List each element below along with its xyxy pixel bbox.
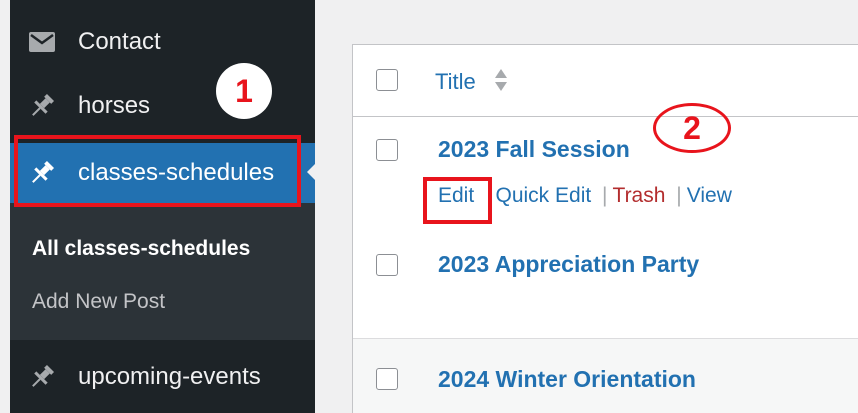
row-checkbox[interactable]	[376, 254, 398, 276]
view-link[interactable]: View	[687, 184, 732, 208]
sidebar-item-contact[interactable]: Contact	[10, 16, 315, 68]
sidebar-item-label: horses	[78, 92, 151, 119]
highlight-edit-link	[423, 177, 492, 224]
submenu-add-new-post[interactable]: Add New Post	[32, 290, 165, 314]
post-title-link[interactable]: 2024 Winter Orientation	[438, 366, 696, 393]
table-row: 2023 Appreciation Party	[353, 230, 858, 338]
column-title-header[interactable]: Title	[435, 69, 476, 95]
table-header: Title	[353, 45, 858, 117]
select-all-checkbox[interactable]	[376, 69, 398, 91]
posts-content: Title 2023 Fall Session Edit | Quick Edit…	[315, 0, 858, 413]
action-separator: |	[602, 184, 608, 207]
sort-icon[interactable]	[494, 67, 508, 93]
posts-table: Title 2023 Fall Session Edit | Quick Edit…	[352, 44, 858, 413]
action-separator: |	[676, 184, 682, 207]
sidebar-item-label: Contact	[78, 28, 161, 55]
pin-icon	[28, 92, 56, 120]
trash-link[interactable]: Trash	[613, 184, 666, 208]
submenu-all-classes-schedules[interactable]: All classes-schedules	[32, 237, 250, 261]
row-checkbox[interactable]	[376, 139, 398, 161]
window-edge	[0, 0, 10, 413]
highlight-classes-schedules	[14, 135, 301, 207]
mail-icon	[28, 28, 56, 56]
sidebar-submenu: All classes-schedules Add New Post	[10, 203, 315, 340]
row-checkbox[interactable]	[376, 368, 398, 390]
step-1-badge: 1	[216, 63, 272, 119]
sidebar-item-upcoming-events[interactable]: upcoming-events	[10, 351, 315, 403]
quick-edit-link[interactable]: Quick Edit	[496, 184, 592, 208]
sidebar-item-label: upcoming-events	[78, 363, 261, 390]
pin-icon	[28, 363, 56, 391]
post-title-link[interactable]: 2023 Appreciation Party	[438, 251, 699, 278]
post-title-link[interactable]: 2023 Fall Session	[438, 136, 630, 163]
table-row: 2024 Winter Orientation	[353, 339, 858, 413]
step-2-badge: 2	[653, 103, 731, 153]
